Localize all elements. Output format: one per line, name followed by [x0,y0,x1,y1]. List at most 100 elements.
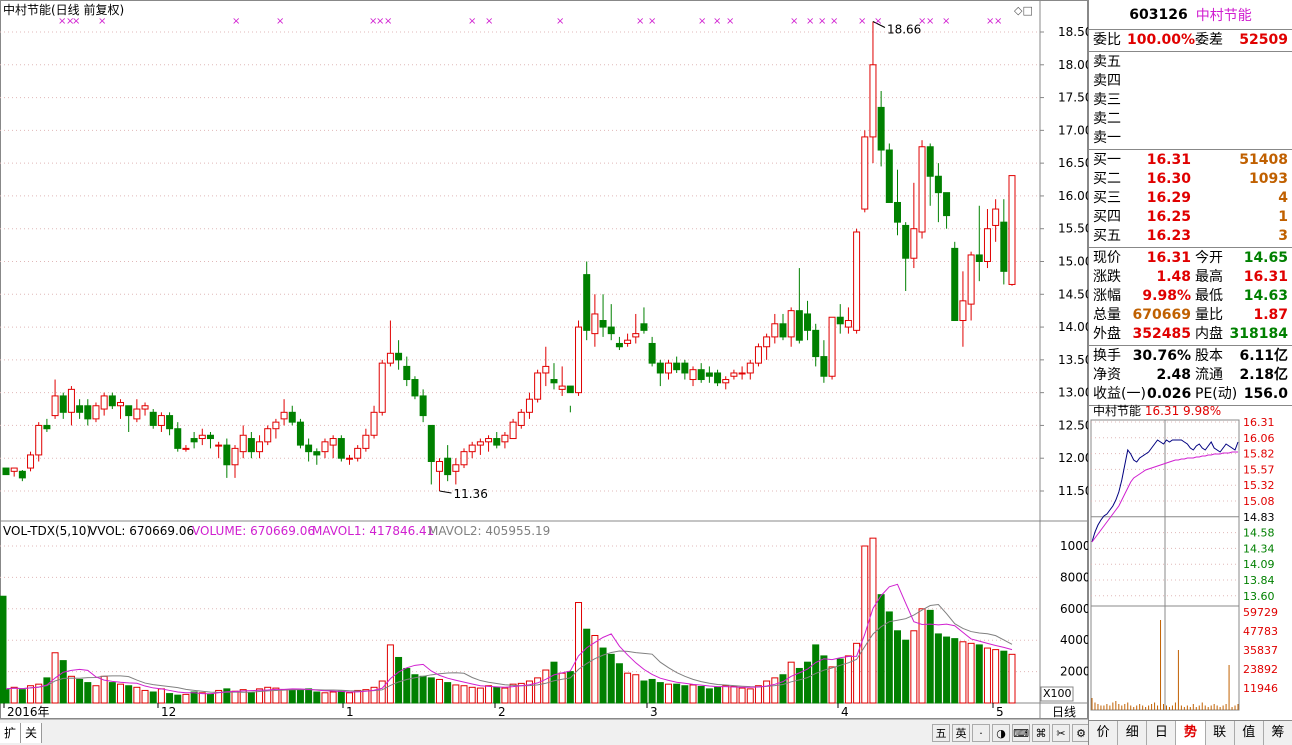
order-ratio-row: 委比 100.00% 委差 52509 [1089,31,1292,50]
volume-bar [206,693,214,704]
tab-related-quotes[interactable]: 关联报价 [21,722,43,743]
price-tick-label: 12.50 [1058,418,1088,432]
volume-bar [893,630,901,704]
price-tick-label: 11.50 [1058,484,1088,498]
stat-value: 318184 [1229,326,1288,342]
ime-punct-icon[interactable]: · [972,723,991,742]
ime-tools-icon[interactable]: ✂ [1052,723,1071,742]
stat-label: 最低 [1195,288,1223,304]
volume-bar [607,653,615,704]
fund-label: 净资 [1093,367,1121,383]
volume-bar [934,633,942,704]
candle [493,438,501,446]
candle [280,411,288,420]
candle [820,356,828,377]
candle [427,424,435,462]
volume-tick-label: 10000 [1060,539,1088,553]
candle [18,470,26,479]
candle [239,434,247,453]
volume-bar [910,630,918,704]
tab-value[interactable]: 值 [1235,721,1264,745]
candle [992,208,1000,226]
info-marker: × [636,16,644,27]
stat-label: 涨幅 [1093,288,1121,304]
buy-price: 16.30 [1146,171,1191,187]
candle [321,441,329,453]
buy-orders: 买一 16.31 51408 买二 16.30 1093 买三 16.29 4 买四 16.2… [1089,150,1292,248]
ime-keyboard-icon[interactable]: ⌨ [1012,723,1031,742]
tab-chips[interactable]: 筹 [1264,721,1292,745]
candle [460,451,468,466]
tab-price[interactable]: 价 [1089,721,1119,745]
ime-halfwidth-icon[interactable]: ◑ [992,723,1011,742]
candle [296,421,304,446]
info-marker: × [384,16,392,27]
buy-row[interactable]: 买一 16.31 51408 [1089,151,1292,170]
volume-bar [730,686,738,704]
volume-bar [305,688,313,704]
ime-command-icon[interactable]: ⌘ [1032,723,1051,742]
sell-row[interactable]: 卖三 [1089,91,1292,110]
volume-bar [615,663,623,704]
stat-label: 今开 [1195,250,1223,266]
kline-chart-area[interactable]: 18.50 18.00 17.50 17.00 16.50 16.00 15.50 15.00… [0,0,1088,745]
volume-bar [746,688,754,704]
date-label: 4 [841,705,849,719]
info-marker: × [468,16,476,27]
buy-row[interactable]: 买三 16.29 4 [1089,189,1292,208]
quote-panel: 603126 中村节能 委比 100.00% 委差 52509 卖五 卖四 卖三… [1088,0,1292,745]
candle [141,405,149,410]
tab-trend[interactable]: 势 [1176,721,1206,745]
stat-row: 外盘 352485 内盘 318184 [1089,325,1292,344]
volume-bar [313,691,321,704]
expand-icon: ◇□ [1014,4,1033,17]
volume-bar [125,685,133,704]
candle [730,372,738,377]
volume-bar [632,674,640,704]
buy-row[interactable]: 买五 16.23 3 [1089,227,1292,246]
candle [198,434,206,440]
order-ratio-value: 100.00% [1127,32,1196,48]
candle [664,362,672,374]
volume-bar [10,686,18,704]
volume-bar [346,692,354,704]
intraday-mini-chart[interactable]: 中村节能 16.31 9.98% 16.31 16.06 15.82 15.57 15.… [1089,400,1292,720]
mini-volume-label: 35837 [1243,644,1278,657]
buy-volume: 4 [1278,190,1288,206]
mini-volume-label: 47783 [1243,625,1278,638]
tab-extension[interactable]: 扩展八 [0,722,22,743]
candle [43,424,51,430]
sell-row[interactable]: 卖四 [1089,72,1292,91]
buy-row[interactable]: 买二 16.30 1093 [1089,170,1292,189]
panel-tabs: 价 细 日 势 联 值 筹 [1089,720,1292,745]
volume-bar [329,691,337,704]
tab-detail[interactable]: 细 [1118,721,1148,745]
buy-row[interactable]: 买四 16.25 1 [1089,208,1292,227]
sell-orders: 卖五 卖四 卖三 卖二 卖一 [1089,52,1292,150]
sell-row[interactable]: 卖一 [1089,129,1292,148]
kline-chart[interactable]: 18.50 18.00 17.50 17.00 16.50 16.00 15.50 15.00… [0,0,1088,719]
info-marker: × [818,16,826,27]
order-ratio-label: 委比 [1093,32,1121,48]
tab-day[interactable]: 日 [1147,721,1177,745]
sell-price [1127,53,1191,72]
fund-value: 30.76% [1132,348,1191,364]
volume-bar [754,685,762,704]
volume-bar [714,686,722,704]
mini-price-label: 15.32 [1243,479,1275,492]
volume-bar [43,677,51,704]
volume-bar [444,682,452,704]
volume-bar [460,685,468,704]
buy-price: 16.29 [1146,190,1191,206]
volume-bar [84,682,92,704]
tab-link[interactable]: 联 [1206,721,1235,745]
ime-english-icon[interactable]: 英 [952,723,971,742]
mini-price-label: 14.34 [1243,542,1275,555]
candle [166,415,174,430]
buy-label: 买五 [1093,228,1121,244]
ime-wubi-icon[interactable]: 五 [932,723,951,742]
stat-value: 352485 [1132,326,1191,342]
sell-row[interactable]: 卖二 [1089,110,1292,129]
intraday-chart[interactable]: 16.31 16.06 15.82 15.57 15.32 15.08 14.83 14.58… [1089,400,1292,720]
sell-row[interactable]: 卖五 [1089,53,1292,72]
